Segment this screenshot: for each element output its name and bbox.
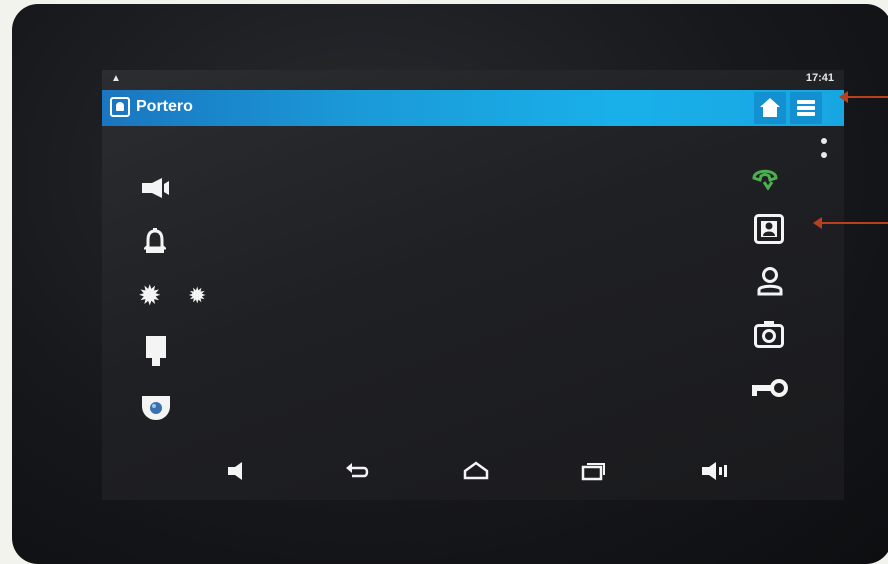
annotation-arrow-contact: [813, 217, 888, 229]
door-icon[interactable]: [146, 336, 166, 366]
user-icon[interactable]: [756, 266, 784, 296]
volume-down-icon[interactable]: [226, 460, 256, 486]
menu-button[interactable]: [790, 92, 822, 124]
light-icon[interactable]: ✹: [138, 282, 166, 310]
home-button[interactable]: [754, 92, 786, 124]
speaker-icon[interactable]: [140, 178, 170, 198]
tablet-screen: ▲ 17:41 Portero ✹ ✹: [102, 70, 844, 500]
app-bar: Portero: [102, 90, 844, 126]
system-nav-bar: [102, 460, 844, 490]
bell-icon[interactable]: [142, 228, 168, 254]
annotation-arrow-menu: [839, 91, 888, 103]
key-icon[interactable]: [750, 378, 790, 398]
camera-dome-icon[interactable]: [140, 392, 172, 422]
status-time: 17:41: [805, 72, 834, 84]
snapshot-camera-icon[interactable]: [754, 320, 784, 348]
hang-up-icon[interactable]: [750, 164, 780, 192]
contact-card-icon[interactable]: [754, 214, 784, 244]
notification-icon: ▲: [111, 73, 121, 84]
status-bar: ▲ 17:41: [102, 70, 844, 90]
light-small-icon[interactable]: ✹: [188, 284, 212, 308]
home-nav-icon[interactable]: [462, 460, 492, 486]
recent-apps-icon[interactable]: [580, 460, 610, 486]
app-title: Portero: [136, 98, 193, 115]
overflow-dots-icon[interactable]: [820, 138, 828, 164]
tablet-device: ▲ 17:41 Portero ✹ ✹: [12, 4, 888, 564]
intercom-icon: [110, 97, 130, 117]
volume-up-icon[interactable]: [700, 460, 730, 486]
back-icon[interactable]: [344, 460, 374, 486]
